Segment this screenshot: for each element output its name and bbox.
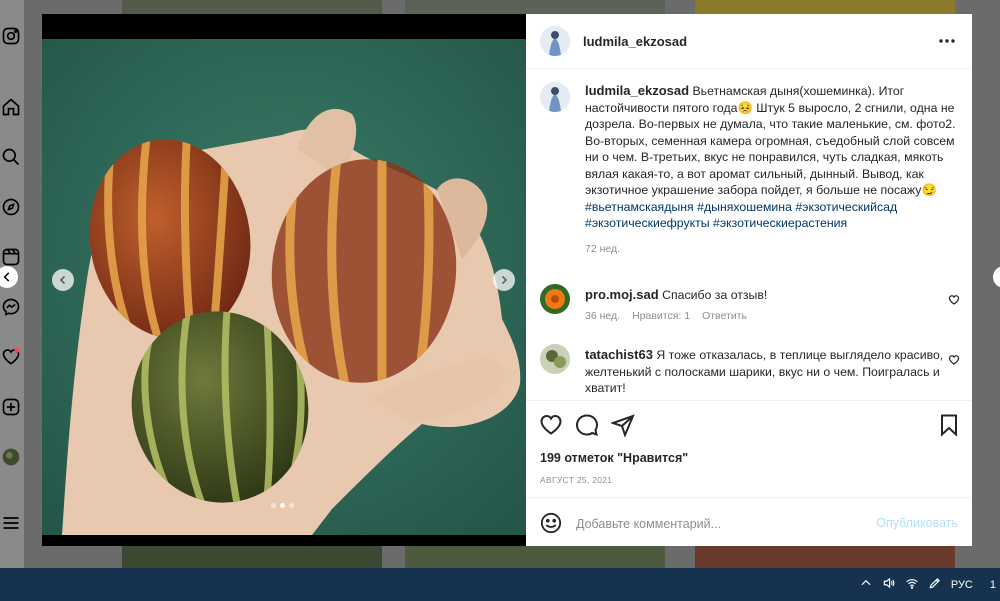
wifi-icon[interactable]: [905, 576, 919, 593]
comment-like-heart-icon[interactable]: [948, 293, 960, 305]
carousel-dot: [289, 503, 294, 508]
comment-likes[interactable]: Нравится: 1: [632, 310, 690, 322]
comments-list[interactable]: ludmila_ekzosad Вьетнамская дыня(хошемин…: [526, 70, 972, 400]
comment-text-block: pro.moj.sad Спасибо за отзыв!: [585, 287, 945, 304]
tray-chevron-up-icon[interactable]: [859, 576, 873, 593]
carousel-dot: [271, 503, 276, 508]
emoji-icon[interactable]: [540, 512, 562, 534]
carousel-indicator: [271, 503, 294, 508]
post-media: [42, 14, 526, 546]
commenter-avatar[interactable]: [540, 284, 570, 314]
carousel-next-button[interactable]: [493, 269, 515, 291]
feed-thumbnail[interactable]: [122, 546, 382, 568]
explore-compass-icon[interactable]: [0, 196, 22, 218]
caption-author-avatar[interactable]: [540, 82, 570, 112]
carousel-dot-active: [280, 503, 285, 508]
pen-tray-icon[interactable]: [928, 576, 942, 593]
caption-age: 72 нед.: [585, 242, 621, 255]
feed-thumbnail[interactable]: [122, 0, 382, 14]
like-heart-icon[interactable]: [539, 413, 563, 437]
search-icon[interactable]: [0, 146, 22, 168]
share-paper-plane-icon[interactable]: [609, 413, 635, 438]
comment-reply[interactable]: Ответить: [702, 310, 747, 322]
more-options-icon[interactable]: [938, 34, 956, 48]
add-comment-bar: Опубликовать: [526, 500, 972, 546]
comment-bubble-icon[interactable]: [575, 413, 599, 437]
author-username[interactable]: ludmila_ekzosad: [583, 34, 687, 49]
messenger-icon[interactable]: [0, 296, 22, 318]
caption-body: Вьетнамская дыня(хошеминка). Итог настой…: [585, 84, 956, 197]
caption-text-block: ludmila_ekzosad Вьетнамская дыня(хошемин…: [585, 83, 957, 257]
system-tray: РУС 1: [859, 568, 1000, 601]
save-bookmark-icon[interactable]: [937, 413, 961, 437]
menu-hamburger-icon[interactable]: [0, 512, 22, 534]
comment-username[interactable]: tatachist63: [585, 347, 653, 362]
caption-hashtags[interactable]: #вьетнамскаядыня #дыняхошемина #экзотиче…: [585, 199, 957, 232]
home-icon[interactable]: [0, 96, 22, 118]
create-plus-icon[interactable]: [0, 396, 22, 418]
next-post-arrow-icon[interactable]: [993, 266, 1000, 288]
volume-icon[interactable]: [882, 576, 896, 593]
author-avatar[interactable]: [540, 26, 570, 56]
comment-age: 36 нед.: [585, 310, 621, 322]
post-header: ludmila_ekzosad: [526, 14, 972, 69]
feed-thumbnail[interactable]: [695, 546, 955, 568]
post-date: АВГУСТ 25, 2021: [540, 475, 613, 485]
post-actions: 199 отметок "Нравится" АВГУСТ 25, 2021: [526, 400, 972, 498]
carousel-prev-button[interactable]: [52, 269, 74, 291]
comment-username[interactable]: pro.moj.sad: [585, 287, 659, 302]
caption-username[interactable]: ludmila_ekzosad: [585, 83, 689, 98]
comment-input[interactable]: [576, 515, 856, 533]
instagram-logo-icon[interactable]: [0, 25, 22, 47]
notifications-heart-icon[interactable]: [0, 346, 22, 368]
post-photo: [42, 39, 526, 535]
likes-count[interactable]: 199 отметок "Нравится": [540, 451, 688, 465]
input-language-indicator[interactable]: РУС: [951, 579, 973, 591]
feed-thumbnail[interactable]: [405, 546, 665, 568]
comment-text-block: tatachist63 Я тоже отказалась, в теплице…: [585, 347, 945, 397]
commenter-avatar[interactable]: [540, 344, 570, 374]
reels-icon[interactable]: [0, 246, 22, 268]
publish-button[interactable]: Опубликовать: [876, 516, 958, 530]
profile-avatar-icon[interactable]: [0, 446, 22, 468]
feed-thumbnail[interactable]: [695, 0, 955, 14]
comment-meta: 36 нед. Нравится: 1 Ответить: [585, 310, 747, 322]
windows-taskbar: РУС 1: [0, 568, 1000, 601]
comment-like-heart-icon[interactable]: [948, 353, 960, 365]
post-details-panel: ludmila_ekzosad ludmila_ekzosad Вьетнамс…: [526, 14, 972, 546]
clock-fragment[interactable]: 1: [990, 579, 996, 591]
feed-thumbnail[interactable]: [405, 0, 665, 14]
comment-body: Спасибо за отзыв!: [662, 288, 768, 302]
